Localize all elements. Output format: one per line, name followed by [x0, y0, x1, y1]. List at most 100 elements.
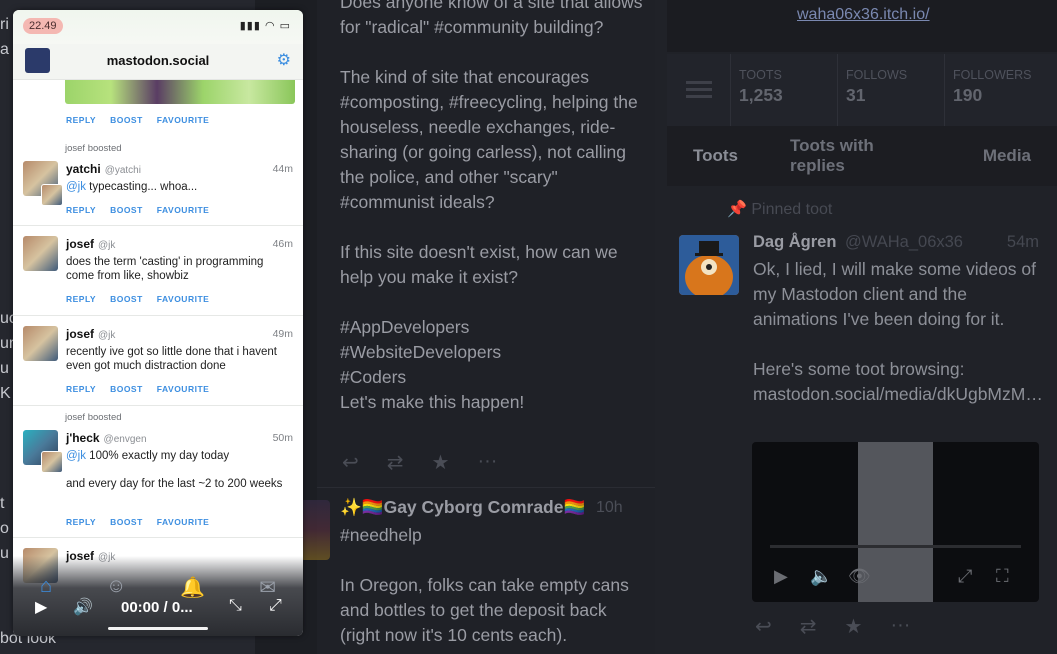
author-name: josef — [66, 327, 95, 341]
favourite-button[interactable]: FAVOURITE — [157, 517, 210, 527]
post-text: @jk typecasting... whoa... — [66, 180, 291, 194]
fullscreen-icon[interactable]: ⛶ — [996, 566, 1009, 587]
post-time: 50m — [272, 432, 293, 444]
author-handle: @jk — [98, 330, 116, 341]
favourite-button[interactable]: FAVOURITE — [157, 384, 210, 394]
toot-content: Does anyone know of a site that allows f… — [340, 0, 650, 440]
list-item[interactable]: josef @jk 46m does the term 'casting' in … — [13, 226, 303, 316]
boosted-label: josef boosted — [65, 143, 122, 154]
stat-followers[interactable]: FOLLOWERS 190 — [945, 54, 1052, 126]
toot-author[interactable]: Dag Ågren — [753, 233, 836, 251]
expand-icon[interactable]: ⤢ — [958, 566, 972, 587]
list-item[interactable]: josef boosted j'heck @envgen 50m @jk 100%… — [13, 406, 303, 538]
profile-header: waha06x36.itch.io/ — [667, 0, 1057, 52]
boost-button[interactable]: BOOST — [110, 115, 143, 125]
tab-toots-with-replies[interactable]: Toots with replies — [764, 136, 957, 176]
profile-tabs: Toots Toots with replies Media — [667, 126, 1057, 186]
post-author[interactable]: josef@jk — [66, 237, 115, 251]
post-actions: REPLY BOOST FAVOURITE — [66, 205, 209, 215]
boost-button[interactable]: BOOST — [110, 205, 143, 215]
mention-link[interactable]: @jk — [66, 181, 86, 193]
volume-icon[interactable]: 🔈 — [810, 566, 832, 587]
play-icon[interactable]: ▶ — [35, 597, 47, 617]
reply-button[interactable]: REPLY — [66, 294, 96, 304]
stat-follows[interactable]: FOLLOWS 31 — [838, 54, 945, 126]
author-handle: @envgen — [103, 434, 147, 445]
video-time: 00:00 / 0... — [121, 599, 193, 616]
boosted-label: josef boosted — [65, 412, 122, 423]
boost-icon[interactable]: ⇄ — [387, 450, 404, 475]
more-icon[interactable]: ··· — [890, 614, 910, 639]
post-body: recently ive got so little done that i h… — [66, 346, 277, 372]
stat-label: FOLLOWS — [846, 68, 908, 82]
post-actions: REPLY BOOST FAVOURITE — [66, 384, 209, 394]
fullscreen-icon[interactable]: ⤢ — [269, 597, 282, 615]
favourite-icon[interactable]: ★ — [432, 450, 450, 475]
volume-icon[interactable]: 🔊 — [73, 597, 93, 617]
more-icon[interactable]: ··· — [477, 450, 497, 475]
collapse-icon[interactable]: ⤡ — [229, 597, 242, 615]
author-name: yatchi — [66, 162, 101, 176]
toot-paragraph: #AppDevelopers #WebsiteDevelopers #Coder… — [340, 317, 525, 412]
left-fragment: u — [0, 545, 9, 562]
list-item[interactable]: josef boosted yatchi @yatchi 44m @jk type… — [13, 136, 303, 226]
media-preview[interactable] — [65, 80, 295, 104]
favourite-button[interactable]: FAVOURITE — [157, 205, 210, 215]
post-author[interactable]: j'heck @envgen — [66, 431, 147, 445]
play-icon[interactable]: ▶ — [774, 566, 788, 587]
mention-link[interactable]: @jk — [66, 450, 86, 462]
favourite-button[interactable]: FAVOURITE — [157, 294, 210, 304]
instance-title: mastodon.social — [106, 53, 210, 68]
toot-time[interactable]: 10h — [596, 499, 623, 517]
stat-toots[interactable]: TOOTS 1,253 — [731, 54, 838, 126]
toot-paragraph: Ok, I lied, I will make some videos of m… — [753, 259, 1037, 329]
reply-button[interactable]: REPLY — [66, 205, 96, 215]
avatar[interactable] — [300, 500, 330, 560]
profile-link[interactable]: waha06x36.itch.io/ — [797, 6, 930, 24]
toot-content: #needhelp In Oregon, folks can take empt… — [340, 523, 650, 654]
boost-button[interactable]: BOOST — [110, 517, 143, 527]
avatar[interactable] — [41, 451, 63, 473]
stat-value: 1,253 — [739, 85, 783, 105]
left-fragment: ur — [0, 335, 14, 352]
boost-button[interactable]: BOOST — [110, 384, 143, 394]
avatar[interactable] — [41, 184, 63, 206]
toot-author[interactable]: ✨🏳️‍🌈Gay Cyborg Comrade🏳️‍🌈 — [340, 497, 585, 518]
menu-icon[interactable] — [667, 54, 731, 126]
favourite-icon[interactable]: ★ — [845, 614, 863, 639]
tab-media[interactable]: Media — [957, 146, 1057, 166]
avatar[interactable] — [23, 236, 58, 271]
post-author[interactable]: josef@jk — [66, 327, 115, 341]
video-attachment[interactable]: ▶ 🔈 👁 ⤢ ⛶ — [752, 442, 1039, 602]
phone-status-bar: 22.49 ▮▮▮ ◠ ▭ — [13, 10, 303, 44]
post-author[interactable]: yatchi @yatchi — [66, 162, 141, 176]
boost-button[interactable]: BOOST — [110, 294, 143, 304]
reply-icon[interactable]: ↩ — [342, 450, 359, 475]
boost-icon[interactable]: ⇄ — [800, 614, 817, 639]
video-progress[interactable] — [770, 545, 1021, 548]
left-fragment: t — [0, 495, 5, 512]
left-fragment: ri — [0, 16, 9, 33]
reply-button[interactable]: REPLY — [66, 384, 96, 394]
video-controls: ▶ 🔊 00:00 / 0... ⤡ ⤢ — [13, 594, 303, 622]
gear-icon[interactable]: ⚙ — [277, 50, 291, 70]
reply-button[interactable]: REPLY — [66, 115, 96, 125]
tab-toots[interactable]: Toots — [667, 146, 764, 166]
favourite-button[interactable]: FAVOURITE — [157, 115, 210, 125]
author-handle: @yatchi — [104, 165, 141, 176]
post-actions: REPLY BOOST FAVOURITE — [66, 115, 209, 125]
eye-icon[interactable]: 👁 — [848, 566, 871, 587]
avatar[interactable] — [679, 235, 739, 295]
reply-button[interactable]: REPLY — [66, 517, 96, 527]
pinned-label: 📌 Pinned toot — [727, 199, 832, 219]
toot-time[interactable]: 54m — [1007, 233, 1039, 252]
reply-icon[interactable]: ↩ — [755, 614, 772, 639]
author-name: josef — [66, 237, 95, 251]
toot-handle[interactable]: @WAHa_06x36 — [845, 233, 963, 251]
post-time: 49m — [272, 328, 293, 340]
avatar[interactable] — [23, 326, 58, 361]
phone-nav-bar: mastodon.social ⚙ — [13, 44, 303, 80]
phone-video[interactable]: 22.49 ▮▮▮ ◠ ▭ mastodon.social ⚙ REPLY BO… — [13, 10, 303, 636]
list-item[interactable]: josef @jk 49m recently ive got so little … — [13, 316, 303, 406]
post-body: does the term 'casting' in programming c… — [66, 256, 264, 282]
